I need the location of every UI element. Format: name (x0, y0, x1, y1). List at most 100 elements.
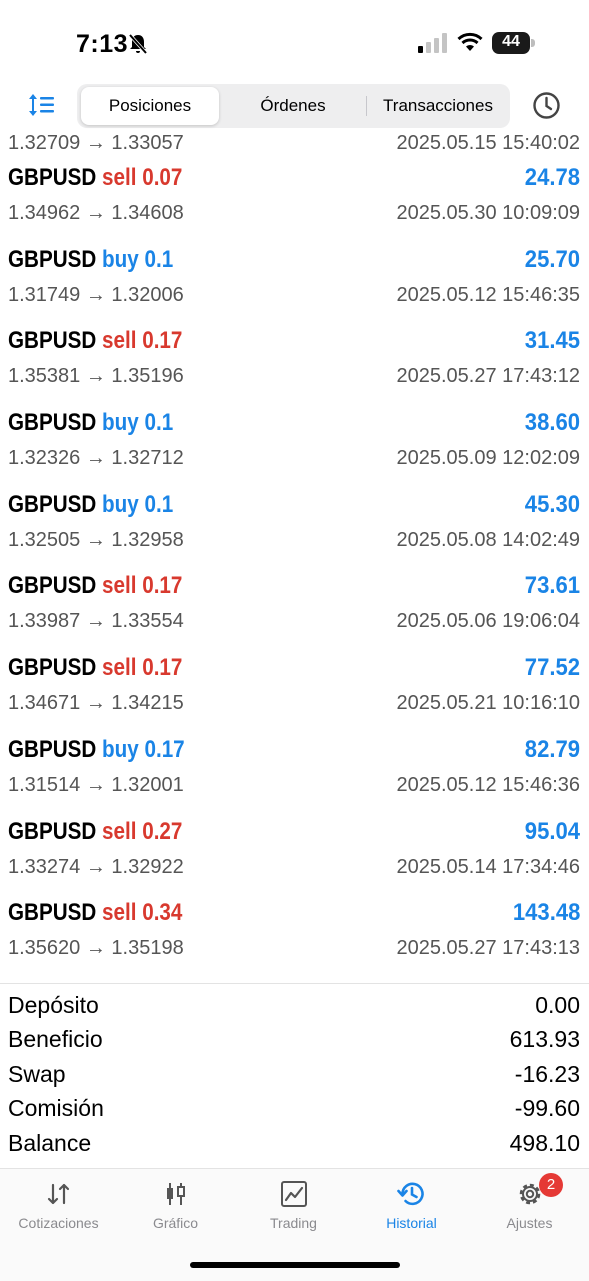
trade-symbol: GBPUSD buy 0.1 (8, 491, 173, 519)
trade-datetime: 2025.05.15 15:40:02 (396, 132, 580, 154)
trade-symbol: GBPUSD sell 0.34 (8, 899, 182, 927)
trade-symbol: GBPUSD sell 0.27 (8, 818, 182, 846)
price-range: 1.35381 → 1.35196 (8, 365, 184, 388)
summary-label: Comisión (8, 1095, 104, 1122)
trade-volume: 0.1 (144, 409, 174, 437)
trade-datetime: 2025.05.27 17:43:12 (396, 365, 580, 388)
trade-profit: 24.78 (524, 164, 580, 191)
trade-profit: 82.79 (524, 735, 580, 763)
tab-label: Historial (386, 1215, 437, 1231)
tab-transacciones[interactable]: Transacciones (369, 87, 507, 125)
history-icon (396, 1182, 424, 1206)
status-time: 7:13 (76, 30, 129, 58)
trade-datetime: 2025.05.27 17:43:13 (396, 937, 580, 960)
price-range: 1.34671 → 1.34215 (8, 692, 184, 715)
tab-trading[interactable]: Trading (235, 1179, 352, 1239)
trade-datetime: 2025.05.09 12:02:09 (396, 447, 580, 470)
trade-direction: sell (102, 572, 137, 600)
top-navigation: Posiciones Órdenes Transacciones (0, 82, 589, 130)
summary-label: Beneficio (8, 1026, 103, 1053)
trade-profit: 95.04 (524, 817, 580, 845)
trade-symbol: GBPUSD sell 0.17 (8, 572, 182, 600)
trade-row[interactable]: GBPUSD buy 0.1 38.60 1.32326 → 1.32712 2025… (0, 403, 589, 485)
summary-label: Balance (8, 1129, 92, 1156)
price-range: 1.31749 → 1.32006 (8, 283, 184, 306)
clock-icon[interactable] (532, 91, 561, 120)
trade-direction: buy (102, 245, 139, 273)
battery-level: 44 (502, 33, 520, 50)
symbol-name: GBPUSD (8, 164, 97, 191)
trade-direction: buy (102, 409, 139, 437)
summary-label: Depósito (8, 992, 99, 1018)
trade-datetime: 2025.05.12 15:46:35 (396, 283, 580, 306)
summary-row-comision: Comisión -99.60 (0, 1093, 589, 1127)
summary-row-deposito: Depósito 0.00 (0, 990, 589, 1024)
symbol-name: GBPUSD (8, 409, 97, 437)
tab-ajustes[interactable]: 2 Ajustes (471, 1173, 588, 1239)
symbol-name: GBPUSD (8, 735, 97, 763)
bell-slash-icon (128, 33, 148, 55)
sort-icon[interactable] (28, 92, 56, 118)
symbol-name: GBPUSD (8, 654, 97, 682)
summary-value: 613.93 (509, 1026, 580, 1053)
tab-cotizaciones[interactable]: Cotizaciones (0, 1179, 117, 1239)
trade-direction: sell (102, 654, 137, 682)
trade-row[interactable]: GBPUSD sell 0.27 95.04 1.33274 → 1.32922 20… (0, 812, 589, 894)
trade-row[interactable]: GBPUSD buy 0.17 82.79 1.31514 → 1.32001 202… (0, 730, 589, 812)
symbol-name: GBPUSD (8, 327, 97, 355)
trade-volume: 0.17 (144, 735, 185, 763)
trade-volume: 0.17 (142, 572, 183, 600)
trade-row[interactable]: GBPUSD sell 0.17 77.52 1.34671 → 1.34215 20… (0, 648, 589, 730)
trade-profit: 25.70 (524, 245, 580, 273)
trade-symbol: GBPUSD buy 0.17 (8, 736, 185, 764)
trade-volume: 0.17 (142, 327, 183, 355)
symbol-name: GBPUSD (8, 490, 97, 518)
trade-row[interactable]: GBPUSD sell 0.34 143.48 1.35620 → 1.35198 2… (0, 893, 589, 975)
tab-label: Cotizaciones (18, 1215, 99, 1231)
trade-direction: sell (102, 327, 137, 355)
trade-volume: 0.17 (142, 654, 183, 682)
trade-datetime: 2025.05.08 14:02:49 (396, 528, 580, 551)
tab-historial[interactable]: Historial (353, 1179, 470, 1239)
trade-row[interactable]: GBPUSD sell 0.17 73.61 1.33987 → 1.33554 20… (0, 566, 589, 648)
trade-row[interactable]: GBPUSD sell 0.17 31.45 1.35381 → 1.35196 20… (0, 321, 589, 403)
quotes-icon (47, 1183, 69, 1205)
trade-datetime: 2025.05.12 15:46:36 (396, 773, 580, 796)
summary-value: -16.23 (514, 1060, 580, 1087)
status-bar: 7:13 44 (0, 0, 589, 80)
trade-volume: 0.1 (144, 490, 174, 518)
trade-direction: sell (102, 899, 137, 927)
tab-label: Ajustes (506, 1215, 553, 1231)
trade-symbol: GBPUSD buy 0.1 (8, 246, 173, 274)
trade-row[interactable]: GBPUSD buy 0.1 25.70 1.31749 → 1.32006 2025… (0, 240, 589, 322)
tab-label: Trading (270, 1215, 317, 1231)
trade-row[interactable]: GBPUSD buy 0.1 45.30 1.32505 → 1.32958 2025… (0, 485, 589, 567)
account-summary: Depósito 0.00 Beneficio 613.93 Swap -16.… (0, 990, 589, 1162)
trade-profit: 73.61 (524, 572, 580, 600)
trade-row[interactable]: GBPUSD sell 0.07 24.78 1.34962 → 1.34608 20… (0, 158, 589, 240)
price-range: 1.31514 → 1.32001 (8, 773, 184, 796)
tab-grafico[interactable]: Gráfico (117, 1179, 234, 1239)
chart-icon (166, 1183, 185, 1205)
trade-volume: 0.27 (142, 817, 183, 845)
list-item-partial[interactable]: 1.32709 → 1.33057 2025.05.15 15:40:02 (0, 130, 589, 158)
tab-ordenes[interactable]: Órdenes (223, 87, 363, 125)
notification-badge: 2 (539, 1173, 563, 1197)
trade-profit: 45.30 (524, 490, 580, 518)
price-range: 1.34962 → 1.34608 (8, 202, 184, 224)
segmented-control: Posiciones Órdenes Transacciones (77, 84, 510, 128)
price-range: 1.35620 → 1.35198 (8, 937, 184, 960)
trade-volume: 0.34 (142, 899, 183, 927)
symbol-name: GBPUSD (8, 899, 97, 927)
summary-row-beneficio: Beneficio 613.93 (0, 1024, 589, 1058)
trade-profit: 38.60 (524, 409, 580, 437)
summary-value: -99.60 (514, 1095, 580, 1122)
trade-direction: buy (102, 490, 139, 518)
price-range: 1.32505 → 1.32958 (8, 528, 184, 551)
symbol-name: GBPUSD (8, 572, 97, 600)
symbol-name: GBPUSD (8, 245, 97, 273)
segment-divider (366, 96, 367, 116)
tab-posiciones[interactable]: Posiciones (81, 87, 219, 125)
trade-datetime: 2025.05.06 19:06:04 (396, 610, 580, 633)
trade-datetime: 2025.05.14 17:34:46 (396, 855, 580, 878)
